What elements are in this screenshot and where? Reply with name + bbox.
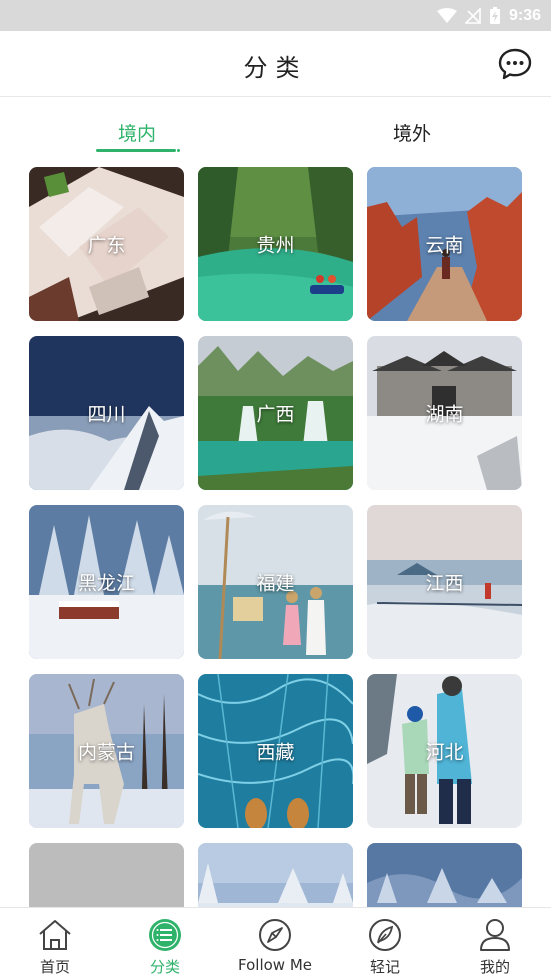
tab-abroad[interactable]: 境外 [393,119,431,146]
bottom-nav: 首页 分类 Follow Me 轻记 我的 [0,907,551,979]
region-name: 四川 [87,403,126,426]
nav-home[interactable]: 首页 [0,908,110,979]
region-tile-neimenggu[interactable]: 内蒙古 [29,674,184,828]
feather-icon [369,919,401,951]
nav-follow-me[interactable]: Follow Me [220,908,330,979]
region-name: 贵州 [256,234,295,257]
region-tile-jiangxi[interactable]: 江西 [367,505,522,659]
nav-me[interactable]: 我的 [440,908,550,979]
region-tile-hunan[interactable]: 湖南 [367,336,522,490]
nav-label: Follow Me [238,956,312,974]
page-title: 分类 [243,54,308,82]
list-icon [149,919,181,951]
region-name: 河北 [425,741,464,764]
region-tile-snow-trees[interactable] [198,843,353,907]
region-tile-placeholder[interactable] [29,843,184,907]
nav-category[interactable]: 分类 [110,908,220,979]
region-tile-heilongjiang[interactable]: 黑龙江 [29,505,184,659]
region-name: 福建 [256,572,295,595]
region-tile-guangxi[interactable]: 广西 [198,336,353,490]
region-tile-hebei[interactable]: 河北 [367,674,522,828]
tab-indicator-dot [177,149,180,152]
region-name: 西藏 [256,741,295,764]
region-name: 云南 [425,234,464,257]
nav-label: 我的 [479,958,510,976]
user-icon [480,919,510,951]
nav-notes[interactable]: 轻记 [330,908,440,979]
tab-domestic[interactable]: 境内 [118,119,156,146]
header: 分类 [0,31,551,97]
region-name: 江西 [425,572,464,595]
region-name: 广西 [256,403,295,426]
nav-label: 轻记 [369,958,400,976]
no-signal-icon [464,8,481,24]
region-name: 内蒙古 [77,741,135,764]
message-icon[interactable] [497,47,533,81]
compass-icon [259,919,291,951]
region-name: 广东 [87,234,126,257]
region-grid: 广东 贵州 云南 四川 广西 湖南 黑龙江 福建 江西 内蒙古 西藏 河北 [29,167,522,907]
region-tile-fujian[interactable]: 福建 [198,505,353,659]
region-tile-guangdong[interactable]: 广东 [29,167,184,321]
nav-label: 分类 [149,958,180,976]
region-tile-sichuan[interactable]: 四川 [29,336,184,490]
status-icons: 9:36 [436,5,541,27]
battery-charging-icon [489,7,500,24]
wifi-icon [436,8,457,23]
region-tile-frozen-forest[interactable] [367,843,522,907]
home-icon [39,920,71,950]
active-tab-indicator [96,149,176,152]
status-time: 9:36 [508,7,541,24]
region-tile-xizang[interactable]: 西藏 [198,674,353,828]
region-tile-guizhou[interactable]: 贵州 [198,167,353,321]
blank-image [29,843,184,907]
region-tile-yunnan[interactable]: 云南 [367,167,522,321]
region-name: 黑龙江 [77,572,135,595]
snow-trees-image [198,843,353,907]
region-tabs: 境内 境外 [0,97,551,159]
nav-label: 首页 [39,958,70,976]
frozen-forest-image [367,843,522,907]
region-name: 湖南 [425,403,464,426]
status-bar: 9:36 [0,0,551,31]
